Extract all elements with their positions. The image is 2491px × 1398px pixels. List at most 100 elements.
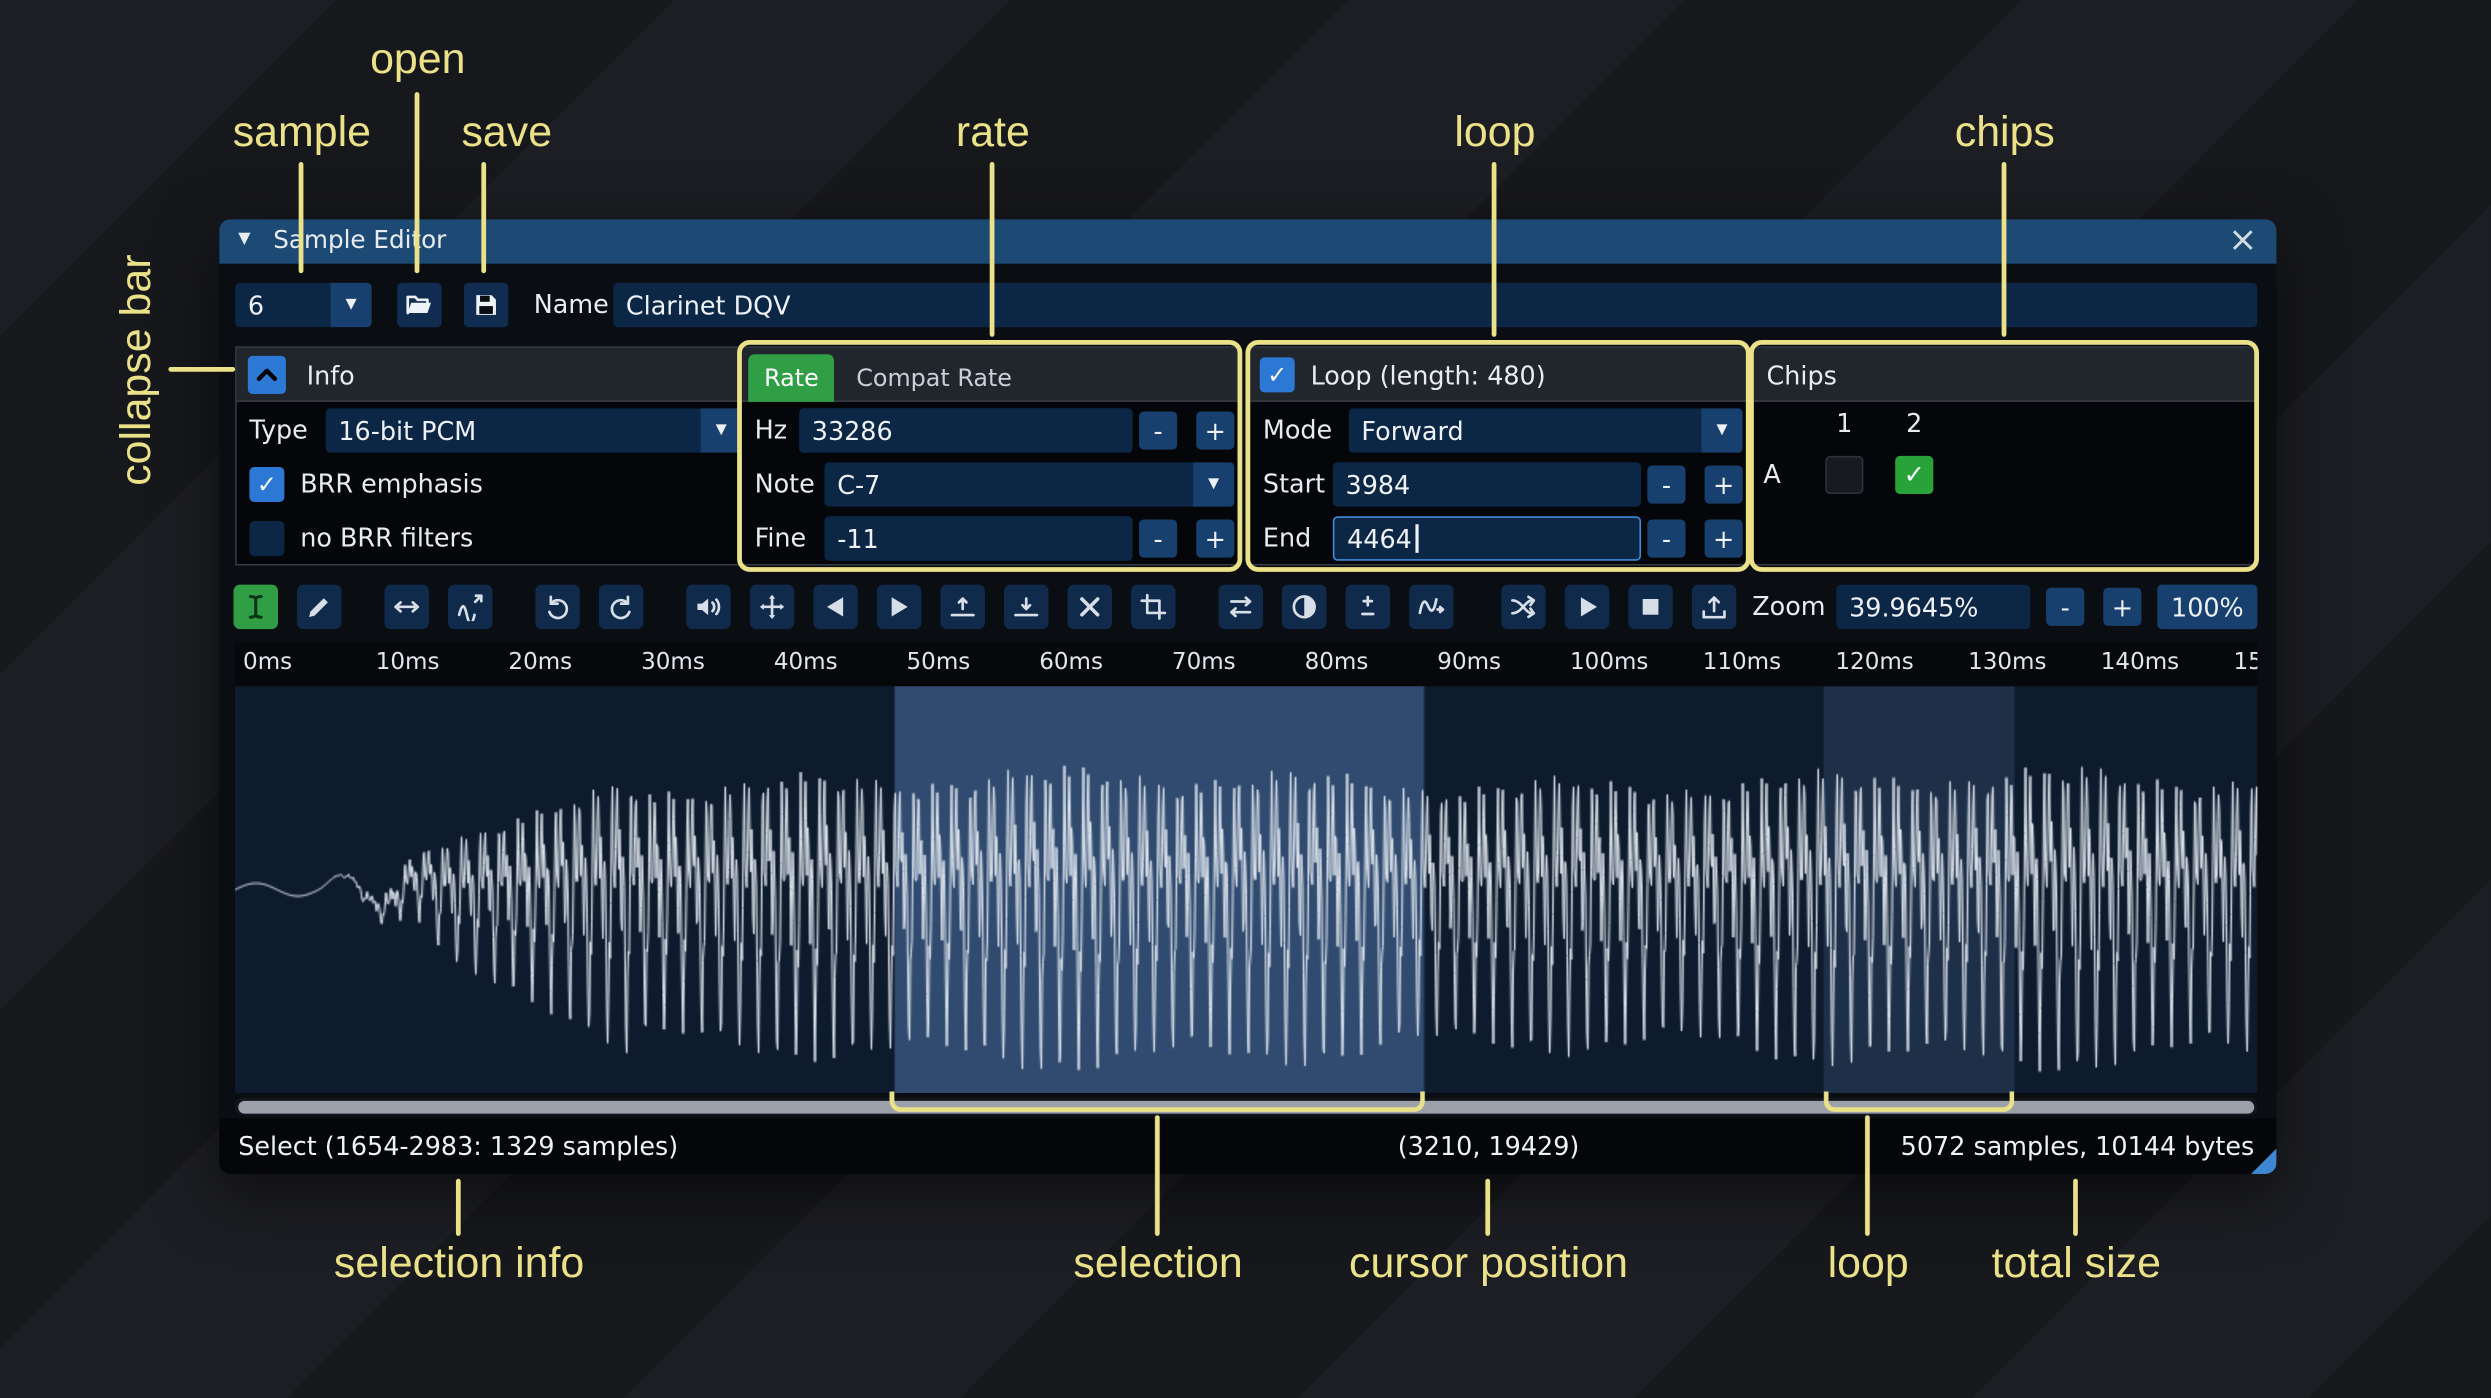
sign-button[interactable] [1345,584,1391,630]
title-bar[interactable]: ▼ Sample Editor × [219,219,2277,264]
annotated-screenshot: ▼ Sample Editor × 6 ▼ Name Clarinet DQV … [0,0,2491,1398]
filter-wave-icon [1417,593,1446,622]
ibeam-cursor-icon [241,593,270,622]
annotation-outline-chips [1749,339,2259,572]
stop-button[interactable] [1628,584,1673,630]
waveform-canvas[interactable] [235,686,2258,1093]
filter-button[interactable] [1409,584,1454,630]
stop-icon [1636,593,1665,622]
zoom-reset-button[interactable]: 100% [2157,584,2258,630]
annotation-collapse-bar: collapse bar [111,254,160,486]
timeline-label: 60ms [1039,649,1103,676]
check-icon: ✓ [256,469,277,499]
resize-button[interactable] [384,584,429,630]
pencil-icon [305,593,334,622]
fade-in-button[interactable] [813,584,858,630]
half-circle-icon [1290,593,1319,622]
chevron-up-icon [253,361,282,390]
sample-type-dropdown[interactable]: 16-bit PCM ▼ [325,408,742,453]
normalize-button[interactable] [749,584,795,630]
delete-button[interactable] [1067,584,1113,630]
annotation-line-chips [2001,162,2007,337]
upload-button[interactable] [1691,584,1737,630]
resample-wave-icon [456,593,485,622]
annotation-sample: sample [232,108,371,156]
annotation-line-selection [1154,1115,1160,1236]
invert-button[interactable] [1282,584,1327,630]
redo-button[interactable] [598,584,644,630]
arrows-out-icon [758,593,787,622]
annotation-outline-loop [1245,339,1751,572]
zoom-label: Zoom [1752,590,1826,622]
save-button[interactable] [463,282,509,328]
exchange-arrows-icon [1226,593,1255,622]
timeline-label: 110ms [1702,649,1782,676]
open-button[interactable] [397,282,442,328]
annotation-selection-info: selection info [333,1239,585,1287]
annotation-line-collapse-bar [168,366,236,372]
timeline-label: 130ms [1968,649,2047,676]
dropdown-arrow-icon: ▼ [715,422,727,439]
select-tool-button[interactable] [233,584,279,630]
undo-icon [543,593,572,622]
crossed-arrows-icon [1509,593,1538,622]
dropdown-arrow-icon: ▼ [345,297,357,313]
sample-index-dropdown[interactable]: 6 ▼ [235,282,372,328]
annotation-line-open [414,92,420,274]
insert-silence-button[interactable] [940,584,985,630]
x-icon [1075,593,1104,622]
collapse-bar-button[interactable] [247,355,286,394]
timeline-label: 10ms [375,649,440,676]
annotation-outline-rate [737,339,1243,572]
timeline-label: 140ms [2100,649,2180,676]
timeline-label: 80ms [1304,649,1369,676]
timeline-label: 50ms [906,649,971,676]
annotation-rate: rate [955,108,1030,156]
zoom-out-button[interactable]: - [2046,587,2085,626]
resample-button[interactable] [447,584,493,630]
plus-minus-icon [1353,593,1382,622]
cursor-position-text: (3210, 19429) [1397,1131,1580,1162]
annotation-selection: selection [1073,1239,1243,1287]
brr-emphasis-checkbox[interactable]: ✓ [249,467,285,502]
annotation-line-loop-bottom [1865,1115,1870,1236]
timeline-label: 70ms [1171,649,1236,676]
undo-button[interactable] [535,584,580,630]
arrow-up-line-icon [948,593,977,622]
zoom-value: 39.9645% [1849,591,1979,622]
save-floppy-icon [472,291,501,320]
no-brr-filters-checkbox[interactable] [249,521,285,557]
timeline-ruler: 0ms 10ms 20ms 30ms 40ms 50ms 60ms 70ms 80ms 90ms 1… [235,641,2258,687]
waveform-view[interactable] [235,686,2258,1093]
open-folder-icon [405,291,434,320]
fade-out-button[interactable] [876,584,922,630]
tree-open-icon[interactable]: ▼ [238,230,250,247]
preview-button[interactable] [1564,584,1610,630]
zoom-input[interactable]: 39.9645% [1836,584,2031,630]
info-panel: Info Type 16-bit PCM ▼ ✓ BRR emphasis no… [235,346,742,566]
trim-button[interactable] [1131,584,1176,630]
annotation-bracket-selection [889,1091,1425,1113]
sample-name-input[interactable]: Clarinet DQV [613,282,2258,328]
annotation-line-total-size [2073,1178,2078,1236]
amplify-button[interactable] [686,584,731,630]
reverse-button[interactable] [1218,584,1263,630]
play-icon [1573,593,1602,622]
info-panel-header: Info [236,347,739,402]
timeline-label: 90ms [1437,649,1502,676]
timeline-label: 150ms [2233,649,2257,676]
close-icon[interactable]: × [2228,219,2257,263]
annotation-total-size: total size [1991,1239,2161,1287]
annotation-bracket-loop [1823,1091,2015,1113]
timeline-label: 100ms [1570,649,1649,676]
timeline-label: 40ms [773,649,838,676]
crossfade-button[interactable] [1501,584,1546,630]
brr-emphasis-label: BRR emphasis [300,468,483,499]
draw-tool-button[interactable] [297,584,342,630]
apply-silence-button[interactable] [1003,584,1049,630]
info-panel-title: Info [306,360,355,391]
zoom-in-button[interactable]: + [2103,587,2142,626]
timeline-label: 120ms [1835,649,1914,676]
annotation-loop: loop [1454,108,1536,156]
annotation-line-sample [298,162,304,274]
